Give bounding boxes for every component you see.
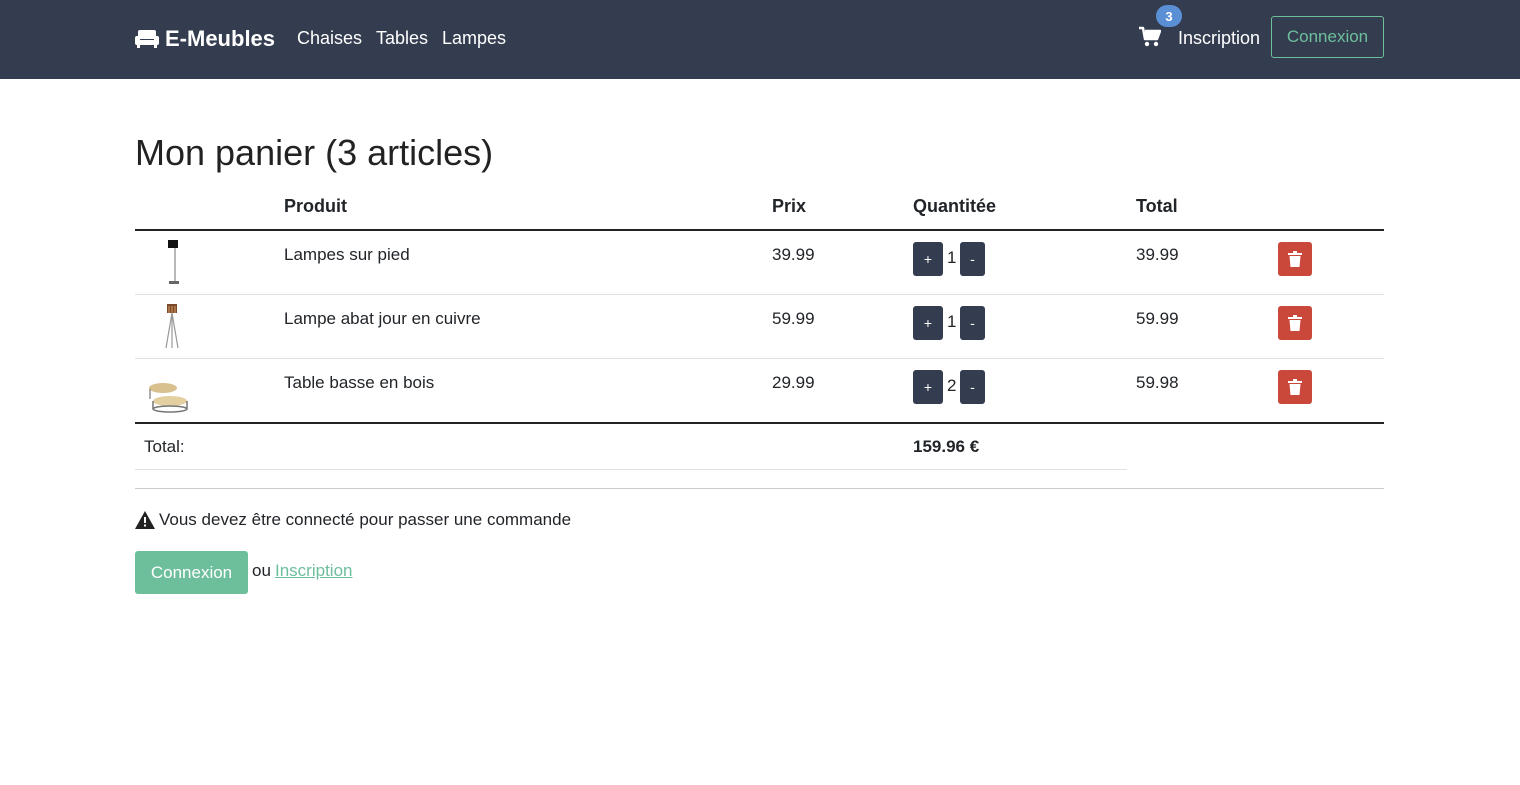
table-row: Lampes sur pied 39.99 + 1 - 39.99 bbox=[135, 231, 1384, 295]
nav-inscription-link[interactable]: Inscription bbox=[1178, 28, 1260, 49]
qty-value: 1 bbox=[947, 248, 957, 267]
delete-item-button[interactable] bbox=[1278, 242, 1312, 276]
row-total: 59.98 bbox=[1136, 373, 1179, 392]
nav-connexion-button[interactable]: Connexion bbox=[1271, 16, 1384, 58]
total-underline bbox=[135, 469, 1127, 470]
product-price: 59.99 bbox=[772, 309, 815, 328]
brand-link[interactable]: E-Meubles bbox=[135, 25, 275, 53]
qty-decrease-button[interactable]: - bbox=[960, 242, 985, 276]
header-produit: Produit bbox=[284, 196, 347, 216]
warning-icon bbox=[135, 511, 155, 529]
login-button[interactable]: Connexion bbox=[135, 551, 248, 594]
total-label: Total: bbox=[144, 437, 185, 456]
section-divider bbox=[135, 488, 1384, 489]
delete-item-button[interactable] bbox=[1278, 370, 1312, 404]
product-name: Lampe abat jour en cuivre bbox=[284, 309, 481, 328]
qty-increase-button[interactable]: + bbox=[913, 306, 943, 340]
trash-icon bbox=[1288, 315, 1302, 331]
product-name: Table basse en bois bbox=[284, 373, 435, 392]
qty-increase-button[interactable]: + bbox=[913, 242, 943, 276]
delete-item-button[interactable] bbox=[1278, 306, 1312, 340]
header-prix: Prix bbox=[772, 196, 807, 216]
register-link[interactable]: Inscription bbox=[275, 561, 352, 581]
table-row: Table basse en bois 29.99 + 2 - 59.98 bbox=[135, 359, 1384, 423]
header-quantite: Quantitée bbox=[913, 196, 997, 216]
trash-icon bbox=[1288, 251, 1302, 267]
product-price: 29.99 bbox=[772, 373, 815, 392]
page-title: Mon panier (3 articles) bbox=[135, 132, 494, 173]
total-divider bbox=[135, 422, 1384, 424]
warning-text: Vous devez être connecté pour passer une… bbox=[159, 510, 572, 529]
nav-link-tables[interactable]: Tables bbox=[376, 28, 428, 49]
tripod-lamp-thumbnail bbox=[165, 304, 179, 349]
floor-lamp-thumbnail bbox=[168, 240, 179, 284]
or-text: ou bbox=[252, 561, 271, 580]
header-total: Total bbox=[1136, 196, 1178, 216]
coffee-table-thumbnail bbox=[149, 383, 188, 413]
qty-value: 1 bbox=[947, 312, 957, 331]
trash-icon bbox=[1288, 379, 1302, 395]
couch-icon bbox=[135, 30, 159, 48]
cart-count-badge: 3 bbox=[1156, 5, 1182, 27]
brand-name: E-Meubles bbox=[165, 26, 276, 51]
total-amount: 159.96 € bbox=[913, 437, 980, 456]
navbar: E-Meubles Chaises Tables Lampes 3 Inscri… bbox=[0, 0, 1520, 79]
cart-icon bbox=[1139, 26, 1162, 47]
nav-link-lampes[interactable]: Lampes bbox=[442, 28, 506, 49]
table-row: Lampe abat jour en cuivre 59.99 + 1 - 59… bbox=[135, 295, 1384, 359]
row-total: 39.99 bbox=[1136, 245, 1179, 264]
product-name: Lampes sur pied bbox=[284, 245, 410, 264]
cart-button[interactable] bbox=[1139, 26, 1163, 50]
login-warning: Vous devez être connecté pour passer une… bbox=[135, 510, 571, 530]
nav-link-chaises[interactable]: Chaises bbox=[297, 28, 362, 49]
qty-value: 2 bbox=[947, 376, 957, 395]
product-price: 39.99 bbox=[772, 245, 815, 264]
qty-decrease-button[interactable]: - bbox=[960, 306, 985, 340]
row-total: 59.99 bbox=[1136, 309, 1179, 328]
qty-decrease-button[interactable]: - bbox=[960, 370, 985, 404]
qty-increase-button[interactable]: + bbox=[913, 370, 943, 404]
